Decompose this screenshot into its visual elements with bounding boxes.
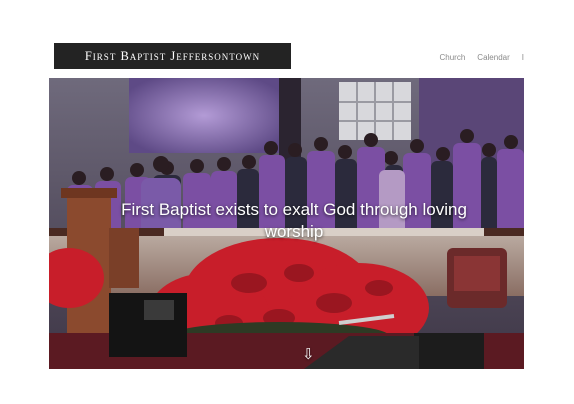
- main-nav: Church Calendar I: [440, 50, 525, 64]
- site-logo[interactable]: First Baptist Jeffersontown: [54, 43, 291, 69]
- hero-tagline: First Baptist exists to exalt God throug…: [121, 200, 467, 241]
- nav-item-church[interactable]: Church: [440, 53, 466, 62]
- nav-item-calendar[interactable]: Calendar: [477, 53, 509, 62]
- nav-item-truncated[interactable]: I: [522, 53, 524, 62]
- hero-banner: First Baptist exists to exalt God throug…: [49, 78, 524, 369]
- down-arrow-icon[interactable]: ⇩: [302, 347, 315, 362]
- site-header: First Baptist Jeffersontown Church Calen…: [49, 40, 524, 76]
- page: First Baptist Jeffersontown Church Calen…: [0, 0, 574, 404]
